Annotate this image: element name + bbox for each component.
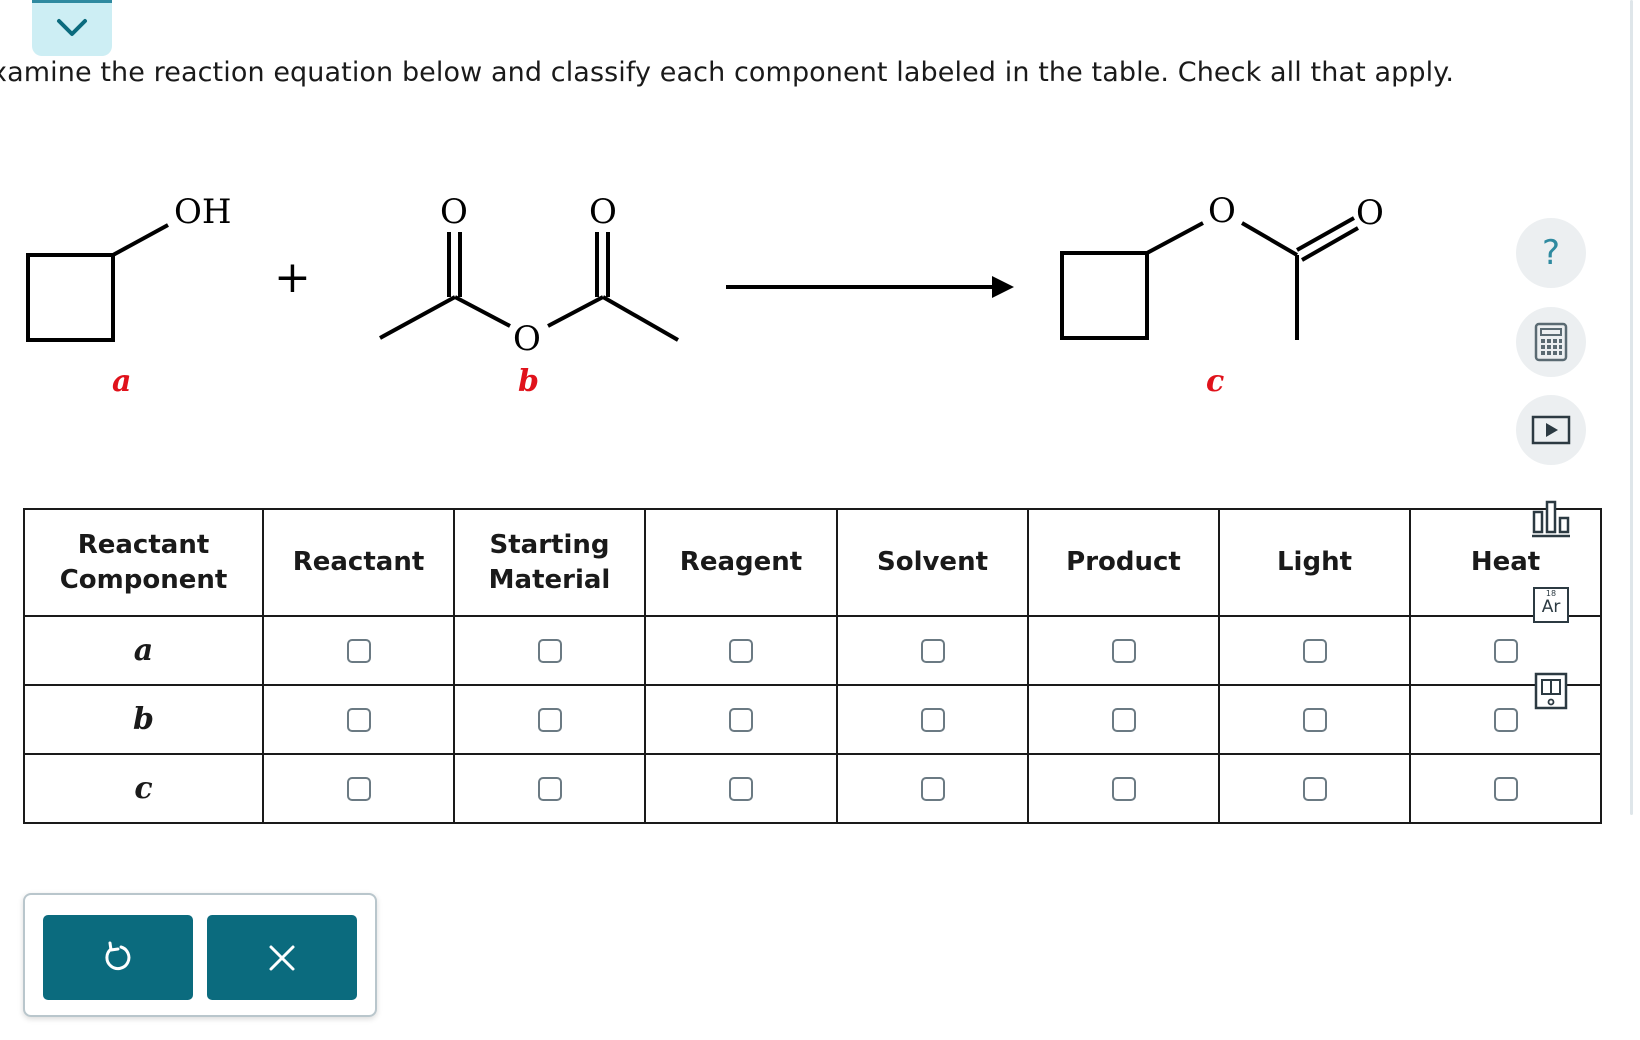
checkbox-c-starting-material[interactable] — [537, 776, 562, 801]
o-label: O — [1208, 191, 1236, 231]
checkbox-b-heat[interactable] — [1493, 707, 1518, 732]
clear-button[interactable] — [207, 915, 357, 1000]
checkbox-a-solvent[interactable] — [920, 638, 945, 663]
checkbox-b-solvent[interactable] — [920, 707, 945, 732]
row-label-a: a — [23, 615, 264, 686]
element-symbol: Ar — [1541, 597, 1561, 617]
oh-label: OH — [174, 192, 232, 232]
table-row: a — [23, 615, 1602, 686]
checkbox-c-solvent[interactable] — [920, 776, 945, 801]
plus-sign: + — [274, 252, 311, 303]
chevron-down-icon — [57, 19, 87, 36]
checkbox-a-product[interactable] — [1111, 638, 1136, 663]
header-light: Light — [1218, 508, 1411, 617]
action-panel — [23, 893, 377, 1017]
header-reactant-component: Reactant Component — [23, 508, 264, 617]
close-icon — [269, 945, 295, 970]
undo-icon — [105, 941, 131, 970]
checkbox-c-light[interactable] — [1302, 776, 1327, 801]
o-label: O — [589, 192, 617, 232]
classification-table: Reactant Component Reactant Starting Mater… — [23, 508, 1602, 824]
chart-button[interactable] — [1516, 484, 1586, 554]
table-header-row: Reactant Component Reactant Starting Mater… — [23, 508, 1602, 617]
header-starting-material: Starting Material — [453, 508, 646, 617]
header-solvent: Solvent — [836, 508, 1029, 617]
checkbox-b-reactant[interactable] — [346, 707, 371, 732]
table-row: c — [23, 753, 1602, 824]
table-row: b — [23, 684, 1602, 755]
checkbox-c-reagent[interactable] — [729, 776, 753, 801]
calculator-button[interactable] — [1516, 307, 1586, 377]
instructions-text: xamine the reaction equation below and c… — [0, 57, 1455, 88]
label-c: c — [1206, 364, 1224, 399]
undo-button[interactable] — [43, 915, 193, 1000]
label-a: a — [112, 364, 131, 399]
textbook-button[interactable] — [1516, 656, 1586, 726]
help-button[interactable]: ? — [1516, 218, 1586, 288]
molecule-a — [26, 223, 169, 342]
checkbox-c-heat[interactable] — [1493, 776, 1518, 801]
checkbox-b-light[interactable] — [1302, 707, 1327, 732]
row-label-b: b — [23, 684, 264, 755]
row-label-c: c — [23, 753, 264, 824]
checkbox-a-heat[interactable] — [1493, 638, 1518, 663]
video-button[interactable] — [1516, 395, 1586, 465]
reaction-scheme: OH + O O O O O a b c — [26, 191, 1384, 399]
header-reactant: Reactant — [262, 508, 455, 617]
collapse-toggle[interactable] — [32, 0, 112, 56]
header-product: Product — [1027, 508, 1220, 617]
checkbox-a-reactant[interactable] — [346, 638, 371, 663]
checkbox-b-reagent[interactable] — [729, 707, 753, 732]
o-label: O — [1356, 193, 1384, 233]
calculator-icon — [1534, 322, 1568, 362]
checkbox-c-product[interactable] — [1111, 776, 1136, 801]
o-label: O — [513, 319, 541, 359]
checkbox-c-reactant[interactable] — [346, 776, 371, 801]
molecule-c — [1060, 216, 1359, 340]
chart-icon — [1532, 500, 1570, 538]
checkbox-b-starting-material[interactable] — [537, 707, 562, 732]
scrollbar[interactable] — [1630, 0, 1633, 815]
textbook-icon — [1534, 672, 1568, 710]
checkbox-a-reagent[interactable] — [729, 638, 753, 663]
reaction-arrow — [726, 276, 1014, 298]
header-reagent: Reagent — [644, 508, 838, 617]
o-label: O — [440, 192, 468, 232]
periodic-table-icon: 18 Ar — [1533, 587, 1569, 623]
label-b: b — [518, 364, 539, 399]
checkbox-a-light[interactable] — [1302, 638, 1327, 663]
checkbox-b-product[interactable] — [1111, 707, 1136, 732]
help-icon: ? — [1541, 233, 1561, 273]
checkbox-a-starting-material[interactable] — [537, 638, 562, 663]
video-icon — [1531, 415, 1571, 445]
periodic-table-button[interactable]: 18 Ar — [1516, 570, 1586, 640]
